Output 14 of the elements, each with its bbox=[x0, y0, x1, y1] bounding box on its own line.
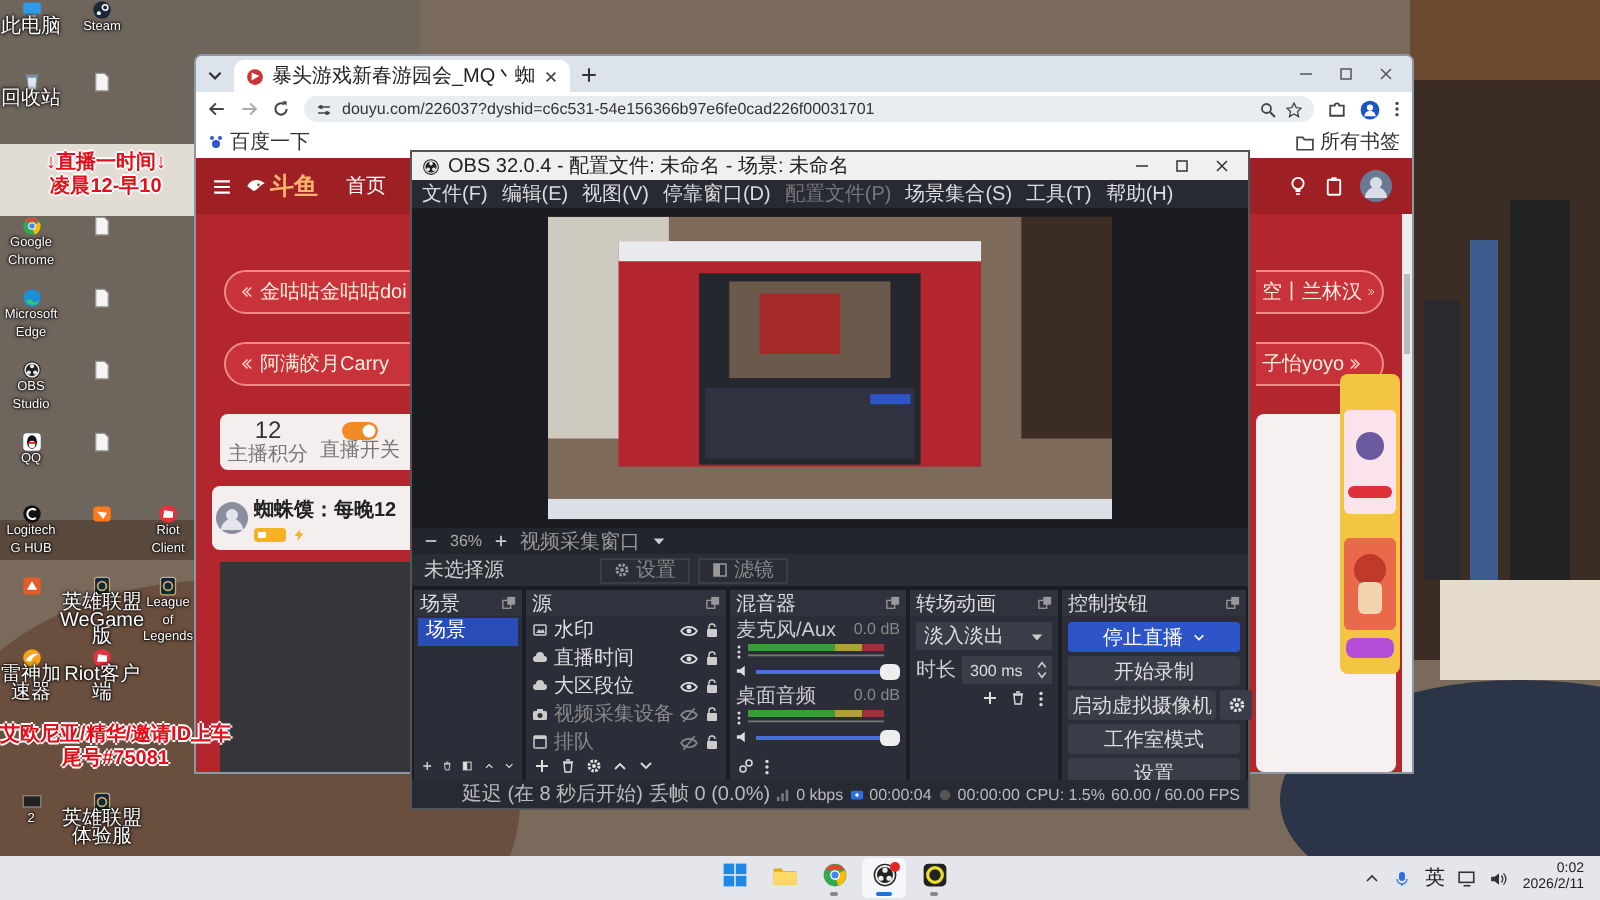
microphone-icon[interactable] bbox=[1394, 869, 1411, 887]
input-method[interactable]: 英 bbox=[1424, 864, 1445, 892]
notification-dot-icon bbox=[890, 862, 900, 872]
taskbar-button[interactable] bbox=[862, 858, 906, 898]
speaker-icon[interactable] bbox=[1490, 869, 1509, 887]
monitor-icon[interactable] bbox=[1458, 869, 1477, 887]
running-indicator bbox=[830, 891, 838, 895]
start-icon bbox=[721, 861, 747, 887]
app-icon bbox=[821, 861, 847, 887]
running-indicator bbox=[876, 891, 892, 895]
chevron-up-icon[interactable] bbox=[1364, 870, 1381, 886]
app-icon bbox=[871, 861, 897, 887]
app-icon bbox=[921, 861, 947, 887]
running-indicator bbox=[930, 891, 938, 895]
